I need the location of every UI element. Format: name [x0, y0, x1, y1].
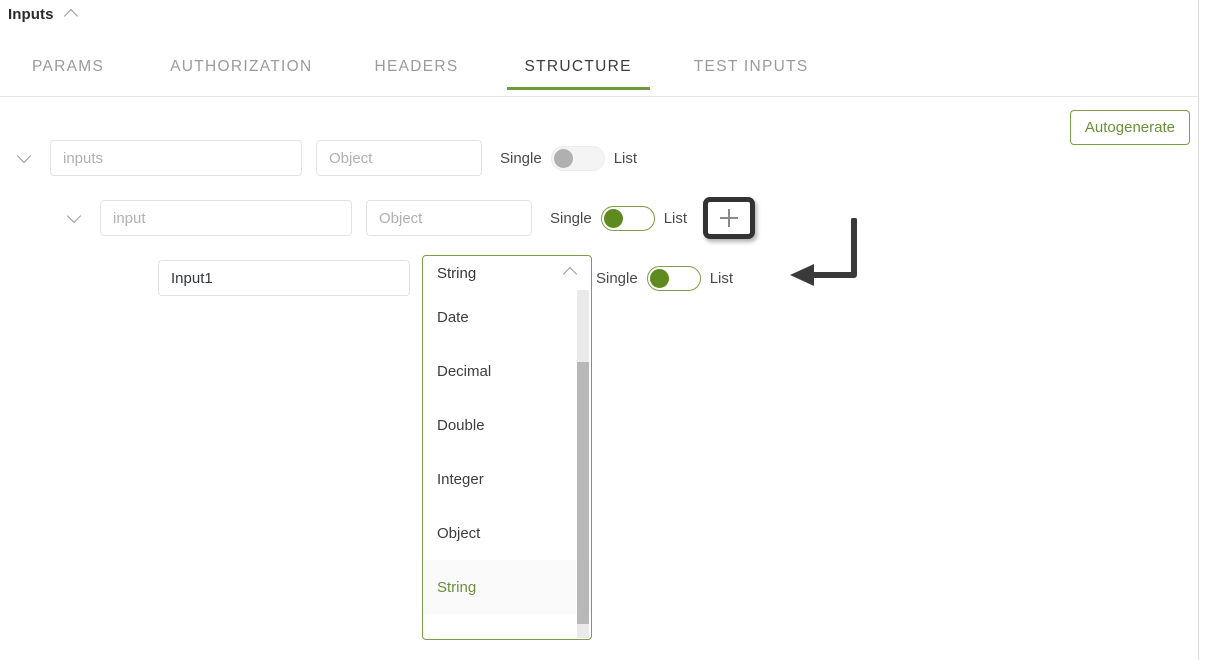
toggle-label-single: Single [550, 209, 592, 227]
toggle-label-list: List [663, 209, 688, 227]
tab-params[interactable]: PARAMS [30, 50, 106, 90]
type-dropdown-list: Date Decimal Double Integer Object Strin… [423, 290, 591, 638]
page-right-border [1198, 0, 1199, 660]
type-dropdown-value: String [437, 264, 477, 282]
dropdown-option-object[interactable]: Object [423, 506, 591, 560]
add-field-button[interactable] [703, 197, 756, 239]
toggle-label-single: Single [596, 269, 638, 287]
inputs-panel-header[interactable]: Inputs [8, 6, 80, 23]
page-title: Inputs [8, 6, 54, 23]
single-list-toggle[interactable] [600, 205, 655, 231]
single-list-toggle[interactable] [646, 265, 701, 291]
tab-headers[interactable]: HEADERS [372, 50, 460, 90]
toggle-label-list: List [709, 269, 734, 287]
chevron-up-icon [563, 265, 579, 281]
dropdown-option-double[interactable]: Double [423, 398, 591, 452]
plus-icon [720, 209, 739, 227]
toggle-label-list: List [613, 149, 638, 167]
chevron-up-icon[interactable] [64, 7, 80, 23]
field-name[interactable]: Input1 [158, 260, 410, 296]
annotation-arrow [790, 218, 857, 286]
autogenerate-button[interactable]: Autogenerate [1069, 110, 1190, 145]
field-name[interactable]: inputs [50, 140, 302, 176]
field-type[interactable]: Object [316, 140, 482, 176]
structure-row: inputs Object Single List [12, 140, 637, 176]
type-dropdown[interactable]: String Date Decimal Double Integer Objec… [422, 255, 592, 640]
tab-divider [0, 96, 1198, 97]
dropdown-option-string[interactable]: String [423, 560, 591, 614]
dropdown-scrollbar-thumb[interactable] [577, 362, 589, 624]
chevron-down-icon[interactable] [12, 145, 38, 171]
tab-test-inputs[interactable]: TEST INPUTS [692, 50, 811, 90]
tab-structure[interactable]: STRUCTURE [506, 50, 651, 90]
tab-bar: PARAMS AUTHORIZATION HEADERS STRUCTURE T… [0, 50, 1198, 96]
toggle-label-single: Single [500, 149, 542, 167]
single-list-toggle[interactable] [550, 145, 605, 171]
chevron-down-icon[interactable] [62, 205, 88, 231]
dropdown-option-decimal[interactable]: Decimal [423, 344, 591, 398]
field-name[interactable]: input [100, 200, 352, 236]
tab-authorization[interactable]: AUTHORIZATION [168, 50, 314, 90]
structure-row: input Object Single List [62, 197, 756, 239]
dropdown-option-date[interactable]: Date [423, 290, 591, 344]
dropdown-option-integer[interactable]: Integer [423, 452, 591, 506]
field-type[interactable]: Object [366, 200, 532, 236]
structure-panel: Inputs PARAMS AUTHORIZATION HEADERS STRU… [0, 0, 1211, 660]
type-dropdown-trigger[interactable]: String [423, 256, 591, 290]
single-list-toggle-group: Single List [596, 265, 734, 291]
single-list-toggle-group: Single List [550, 205, 688, 231]
single-list-toggle-group: Single List [500, 145, 638, 171]
